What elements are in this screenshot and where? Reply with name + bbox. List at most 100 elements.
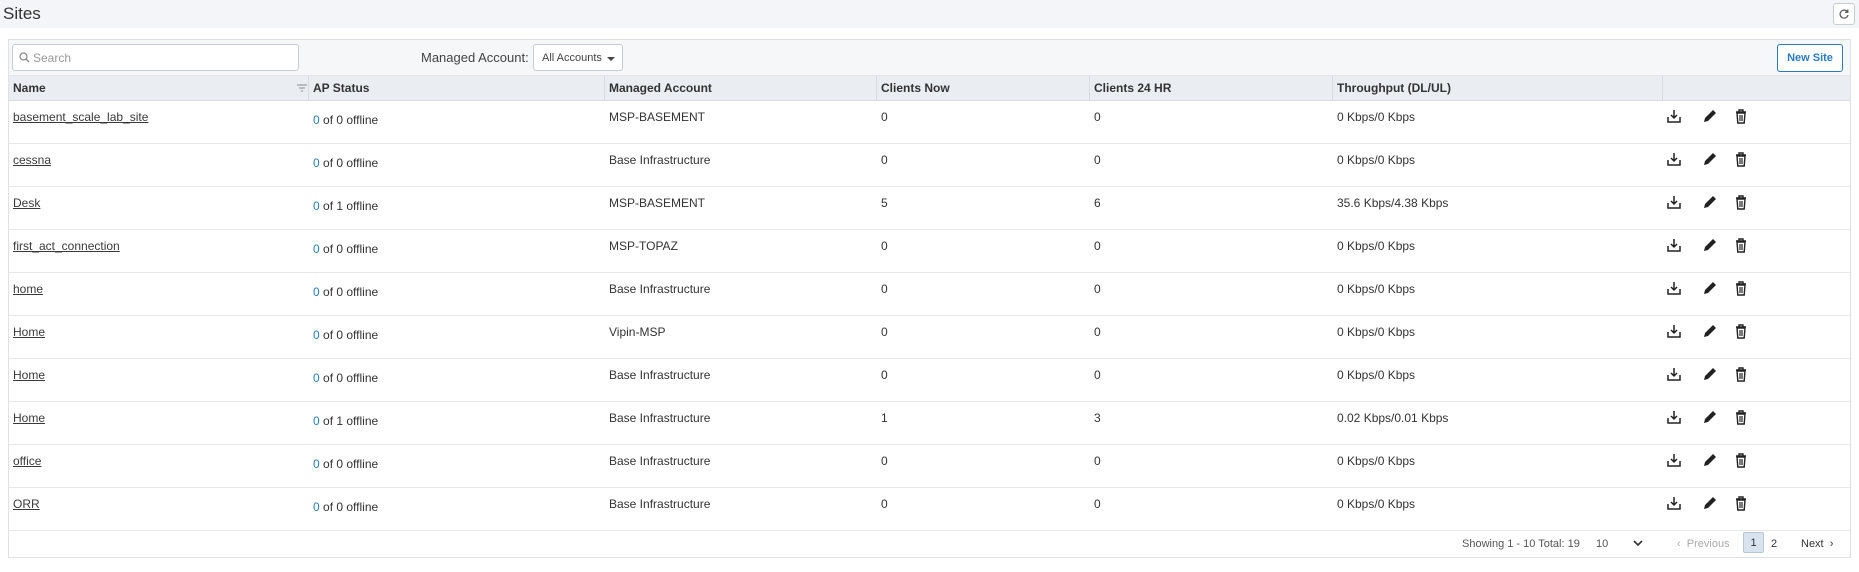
next-label: Next: [1801, 538, 1824, 550]
page-2-button[interactable]: 2: [1771, 538, 1777, 550]
ap-up-count: 0: [313, 113, 320, 127]
throughput-cell: 0 Kbps/0 Kbps: [1337, 368, 1416, 382]
showing-count: Showing 1 - 10 Total: 19: [1462, 538, 1580, 550]
edit-icon[interactable]: [1702, 452, 1718, 468]
delete-icon[interactable]: [1733, 280, 1749, 296]
clients-24hr-cell: 3: [1094, 411, 1101, 425]
ap-up-count: 0: [313, 285, 320, 299]
caret-down-icon: [607, 57, 615, 61]
download-icon[interactable]: [1666, 151, 1682, 167]
per-page-value: 10: [1596, 538, 1609, 550]
edit-icon[interactable]: [1702, 366, 1718, 382]
ap-status: 0 of 0 offline: [313, 156, 378, 170]
managed-account-cell: Base Infrastructure: [609, 153, 711, 167]
clients-now-cell: 0: [881, 454, 888, 468]
column-header-clients-now[interactable]: Clients Now: [877, 76, 1090, 101]
download-icon[interactable]: [1666, 108, 1682, 124]
edit-icon[interactable]: [1702, 280, 1718, 296]
new-site-button[interactable]: New Site: [1777, 44, 1843, 72]
ap-up-count: 0: [313, 371, 320, 385]
previous-label: Previous: [1686, 538, 1730, 550]
clients-now-cell: 0: [881, 497, 888, 511]
delete-icon[interactable]: [1733, 151, 1749, 167]
column-header-managed-account[interactable]: Managed Account: [605, 76, 877, 101]
clients-now-cell: 5: [881, 196, 888, 210]
ap-status: 0 of 0 offline: [313, 500, 378, 514]
site-name-link[interactable]: ORR: [13, 497, 40, 511]
edit-icon[interactable]: [1702, 495, 1718, 511]
delete-icon[interactable]: [1733, 366, 1749, 382]
page-header: Sites: [0, 0, 1859, 28]
delete-icon[interactable]: [1733, 194, 1749, 210]
delete-icon[interactable]: [1733, 108, 1749, 124]
site-name-link[interactable]: Home: [13, 411, 45, 425]
download-icon[interactable]: [1666, 194, 1682, 210]
sort-filter-icon[interactable]: [297, 84, 307, 92]
clients-now-cell: 0: [881, 153, 888, 167]
ap-status: 0 of 0 offline: [313, 242, 378, 256]
ap-status-text: of 0 offline: [323, 500, 379, 514]
edit-icon[interactable]: [1702, 323, 1718, 339]
ap-status: 0 of 0 offline: [313, 285, 378, 299]
delete-icon[interactable]: [1733, 452, 1749, 468]
download-icon[interactable]: [1666, 452, 1682, 468]
clients-24hr-cell: 0: [1094, 110, 1101, 124]
download-icon[interactable]: [1666, 366, 1682, 382]
table-row: Home 0 of 0 offline Vipin-MSP 0 0 0 Kbps…: [9, 316, 1850, 359]
delete-icon[interactable]: [1733, 237, 1749, 253]
column-header-name[interactable]: Name: [9, 76, 309, 101]
ap-status-text: of 0 offline: [323, 371, 379, 385]
ap-up-count: 0: [313, 156, 320, 170]
site-name-link[interactable]: home: [13, 282, 43, 296]
site-name-link[interactable]: Desk: [13, 196, 40, 210]
throughput-cell: 35.6 Kbps/4.38 Kbps: [1337, 196, 1449, 210]
column-header-throughput[interactable]: Throughput (DL/UL): [1333, 76, 1663, 101]
clients-now-cell: 0: [881, 110, 888, 124]
download-icon[interactable]: [1666, 280, 1682, 296]
table-row: Home 0 of 0 offline Base Infrastructure …: [9, 359, 1850, 402]
clients-24hr-cell: 0: [1094, 368, 1101, 382]
clients-now-cell: 0: [881, 325, 888, 339]
column-label: AP Status: [313, 81, 370, 95]
previous-page-button[interactable]: ‹ Previous: [1677, 538, 1730, 550]
delete-icon[interactable]: [1733, 495, 1749, 511]
site-name-link[interactable]: first_act_connection: [13, 239, 120, 253]
column-header-ap-status[interactable]: AP Status: [309, 76, 605, 101]
ap-status-text: of 0 offline: [323, 285, 379, 299]
column-label: Clients Now: [881, 81, 950, 95]
download-icon[interactable]: [1666, 495, 1682, 511]
ap-status-text: of 0 offline: [323, 242, 379, 256]
ap-status-text: of 0 offline: [323, 113, 379, 127]
per-page-select[interactable]: 10: [1596, 538, 1646, 550]
managed-account-dropdown[interactable]: All Accounts: [533, 44, 623, 71]
edit-icon[interactable]: [1702, 409, 1718, 425]
site-name-link[interactable]: basement_scale_lab_site: [13, 110, 148, 124]
throughput-cell: 0 Kbps/0 Kbps: [1337, 282, 1416, 296]
download-icon[interactable]: [1666, 237, 1682, 253]
site-name-link[interactable]: office: [13, 454, 41, 468]
site-name-link[interactable]: Home: [13, 325, 45, 339]
edit-icon[interactable]: [1702, 237, 1718, 253]
next-page-button[interactable]: Next ›: [1801, 538, 1833, 550]
edit-icon[interactable]: [1702, 151, 1718, 167]
clients-now-cell: 0: [881, 368, 888, 382]
delete-icon[interactable]: [1733, 323, 1749, 339]
refresh-icon: [1839, 9, 1849, 19]
refresh-button[interactable]: [1833, 3, 1855, 25]
ap-status-text: of 0 offline: [323, 457, 379, 471]
page-1-button[interactable]: 1: [1743, 532, 1764, 553]
ap-status: 0 of 0 offline: [313, 113, 378, 127]
site-name-link[interactable]: cessna: [13, 153, 51, 167]
column-header-clients-24hr[interactable]: Clients 24 HR: [1090, 76, 1333, 101]
ap-up-count: 0: [313, 500, 320, 514]
delete-icon[interactable]: [1733, 409, 1749, 425]
edit-icon[interactable]: [1702, 194, 1718, 210]
site-name-link[interactable]: Home: [13, 368, 45, 382]
managed-account-cell: Base Infrastructure: [609, 282, 711, 296]
download-icon[interactable]: [1666, 409, 1682, 425]
ap-status: 0 of 1 offline: [313, 414, 378, 428]
search-input[interactable]: [33, 45, 293, 70]
edit-icon[interactable]: [1702, 108, 1718, 124]
download-icon[interactable]: [1666, 323, 1682, 339]
search-box[interactable]: [12, 44, 299, 71]
